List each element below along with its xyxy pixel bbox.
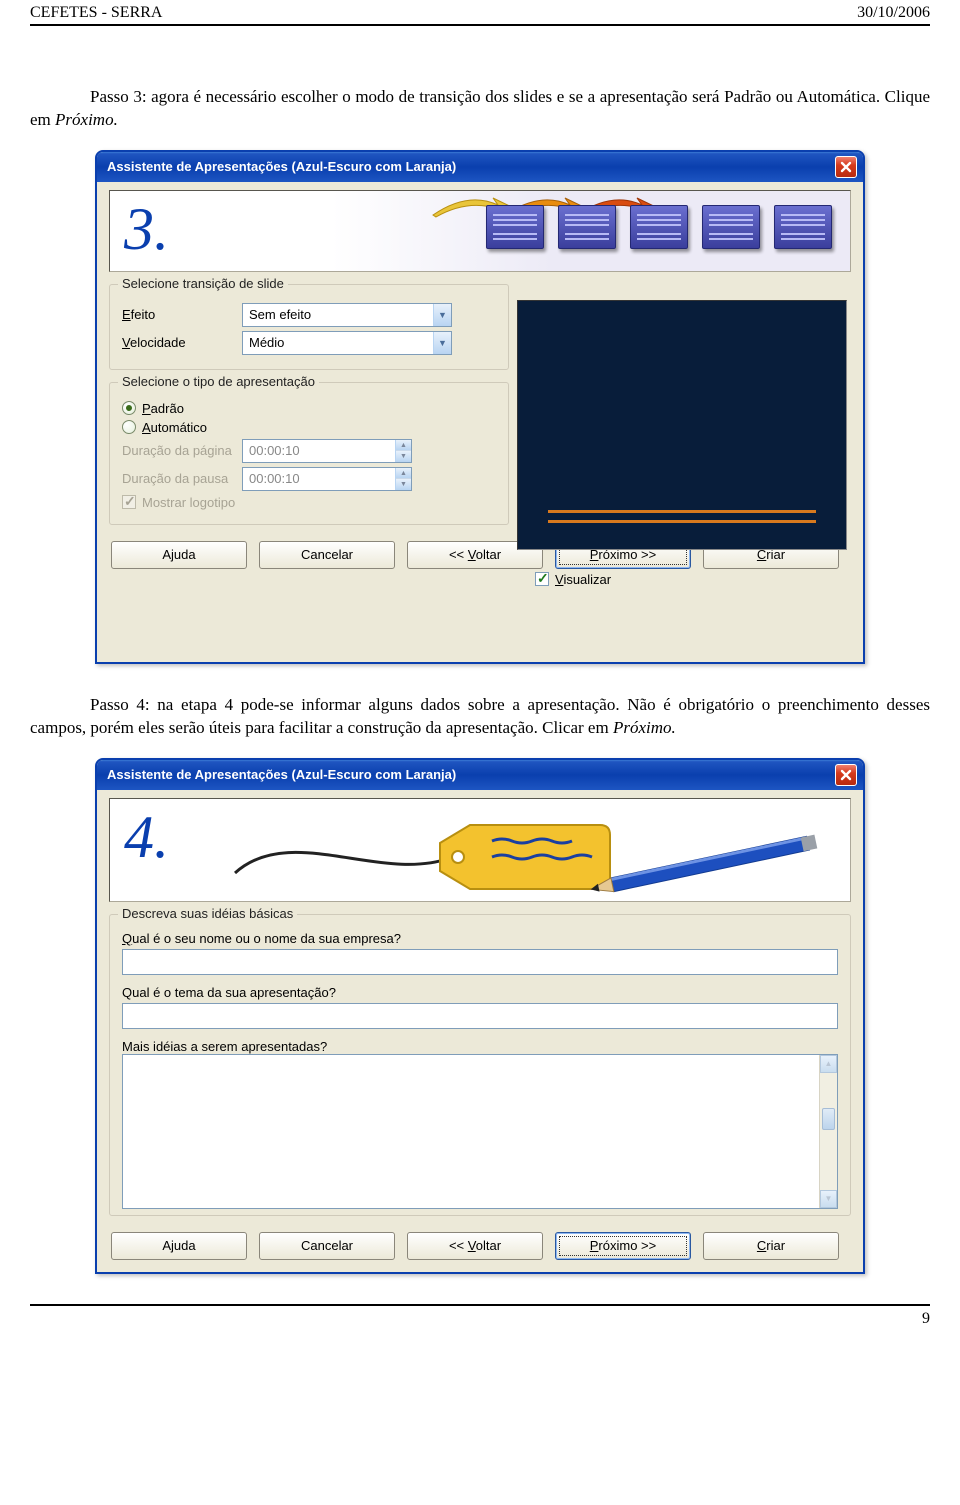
- ajuda-button[interactable]: Ajuda: [111, 1232, 247, 1260]
- close-button[interactable]: [835, 764, 857, 786]
- preview-pane: [517, 300, 847, 550]
- group-transition: Selecione transição de slide Efeito Sem …: [109, 284, 509, 370]
- radio-padrao[interactable]: Padrão: [122, 401, 496, 416]
- label-tema: Qual é o tema da sua apresentação?: [122, 985, 838, 1000]
- label-efeito: Efeito: [122, 307, 234, 322]
- textarea-ideias[interactable]: ▲ ▼: [122, 1054, 838, 1209]
- group-ideias-legend: Descreva suas idéias básicas: [118, 906, 297, 921]
- slide-thumb-icon: [702, 205, 760, 249]
- radio-icon: [122, 420, 136, 434]
- dialog-title: Assistente de Apresentações (Azul-Escuro…: [107, 159, 456, 174]
- paragraph-passo3: Passo 3: agora é necessário escolher o m…: [30, 86, 930, 132]
- label-ideias: Mais idéias a serem apresentadas?: [122, 1039, 838, 1054]
- combo-velocidade[interactable]: Médio ▼: [242, 331, 452, 355]
- step-banner: 3.: [109, 190, 851, 272]
- chevron-down-icon: ▼: [433, 304, 451, 326]
- input-nome-empresa[interactable]: [122, 949, 838, 975]
- proximo-button[interactable]: Próximo >>: [555, 1232, 691, 1260]
- titlebar: Assistente de Apresentações (Azul-Escuro…: [97, 760, 863, 790]
- group-tipo: Selecione o tipo de apresentação Padrão …: [109, 382, 509, 525]
- step-banner: 4.: [109, 798, 851, 902]
- voltar-button[interactable]: << Voltar: [407, 1232, 543, 1260]
- spinner-buttons: ▲▼: [395, 468, 411, 490]
- titlebar: Assistente de Apresentações (Azul-Escuro…: [97, 152, 863, 182]
- combo-efeito[interactable]: Sem efeito ▼: [242, 303, 452, 327]
- criar-button[interactable]: Criar: [703, 1232, 839, 1260]
- scroll-down-icon[interactable]: ▼: [820, 1190, 837, 1208]
- slide-thumb-icon: [486, 205, 544, 249]
- group-transition-legend: Selecione transição de slide: [118, 276, 288, 291]
- label-duracao-pausa: Duração da pausa: [122, 471, 234, 486]
- header-right: 30/10/2006: [857, 4, 930, 22]
- dialog-wizard-step4: Assistente de Apresentações (Azul-Escuro…: [95, 758, 865, 1274]
- input-tema[interactable]: [122, 1003, 838, 1029]
- dialog-wizard-step3: Assistente de Apresentações (Azul-Escuro…: [95, 150, 865, 664]
- label-nome: Qual é o seu nome ou o nome da sua empre…: [122, 931, 838, 946]
- close-button[interactable]: [835, 156, 857, 178]
- cancelar-button[interactable]: Cancelar: [259, 1232, 395, 1260]
- scroll-up-icon[interactable]: ▲: [820, 1055, 837, 1073]
- scroll-thumb[interactable]: [822, 1108, 835, 1130]
- dialog-title: Assistente de Apresentações (Azul-Escuro…: [107, 767, 456, 782]
- page-number: 9: [30, 1306, 930, 1328]
- paragraph-passo4: Passo 4: na etapa 4 pode-se informar alg…: [30, 694, 930, 740]
- header-rule: [30, 24, 930, 26]
- radio-icon: [122, 401, 136, 415]
- ajuda-button[interactable]: Ajuda: [111, 541, 247, 569]
- slide-thumb-icon: [630, 205, 688, 249]
- label-duracao-pagina: Duração da página: [122, 443, 234, 458]
- slide-thumb-icon: [558, 205, 616, 249]
- tag-and-pencil-icon: [230, 813, 830, 896]
- cancelar-button[interactable]: Cancelar: [259, 541, 395, 569]
- step-number: 4.: [124, 803, 169, 872]
- scrollbar[interactable]: ▲ ▼: [819, 1055, 837, 1208]
- slide-thumb-icon: [774, 205, 832, 249]
- label-velocidade: Velocidade: [122, 335, 234, 350]
- header-left: CEFETES - SERRA: [30, 4, 162, 22]
- group-ideias: Descreva suas idéias básicas Qual é o se…: [109, 914, 851, 1216]
- chevron-down-icon: ▼: [433, 332, 451, 354]
- checkbox-logotipo: [122, 495, 136, 509]
- spinner-duracao-pausa: 00:00:10 ▲▼: [242, 467, 412, 491]
- group-tipo-legend: Selecione o tipo de apresentação: [118, 374, 319, 389]
- spinner-buttons: ▲▼: [395, 440, 411, 462]
- spinner-duracao-pagina: 00:00:10 ▲▼: [242, 439, 412, 463]
- checkbox-visualizar[interactable]: [535, 572, 549, 586]
- label-visualizar: Visualizar: [555, 572, 611, 587]
- step-number: 3.: [124, 195, 169, 264]
- radio-automatico[interactable]: Automático: [122, 420, 496, 435]
- label-logotipo: Mostrar logotipo: [142, 495, 235, 510]
